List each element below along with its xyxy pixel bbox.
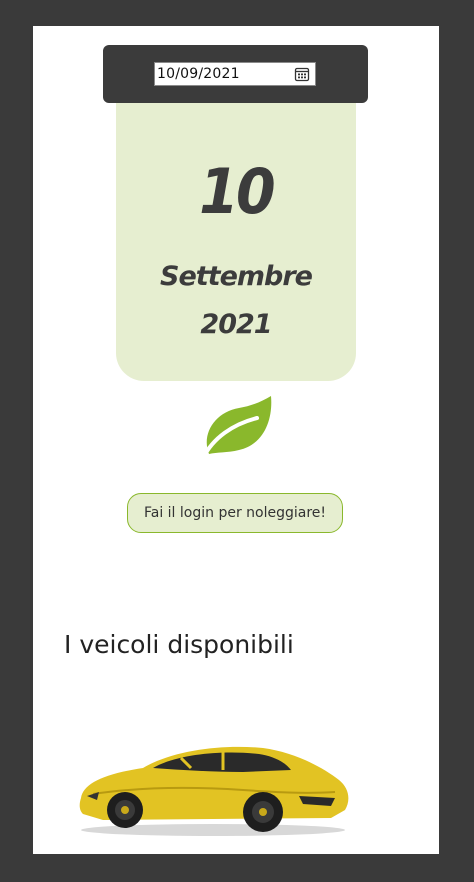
calendar-icon[interactable] bbox=[292, 64, 312, 84]
date-picker-bar: 10/09/2021 bbox=[103, 45, 368, 103]
date-input[interactable]: 10/09/2021 bbox=[154, 62, 316, 86]
date-input-value: 10/09/2021 bbox=[157, 66, 240, 82]
page-container: 10/09/2021 10 Settembre 2021 Fai il logi… bbox=[33, 26, 439, 854]
vehicle-image-yellow-car[interactable] bbox=[73, 738, 353, 838]
date-year: 2021 bbox=[200, 309, 272, 340]
date-month: Settembre bbox=[160, 261, 313, 292]
leaf-icon bbox=[199, 394, 273, 460]
vehicles-title: I veicoli disponibili bbox=[64, 630, 294, 659]
login-button[interactable]: Fai il login per noleggiare! bbox=[127, 493, 343, 533]
date-card: 10 Settembre 2021 bbox=[116, 103, 356, 381]
date-day: 10 bbox=[199, 155, 276, 228]
